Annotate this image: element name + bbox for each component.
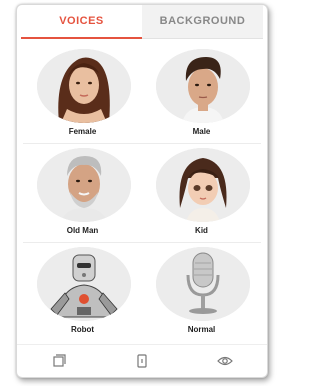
voice-label: Old Man bbox=[66, 226, 99, 235]
voice-option-normal[interactable]: Normal bbox=[142, 243, 261, 341]
voice-label: Robot bbox=[70, 325, 95, 334]
tab-background[interactable]: BACKGROUND bbox=[142, 5, 263, 39]
tab-bar: VOICES BACKGROUND bbox=[21, 5, 263, 39]
voice-row: Old Man Kid bbox=[23, 144, 261, 243]
app-screen: VOICES BACKGROUND Female Male Old Man Ki… bbox=[16, 4, 268, 378]
device-icon[interactable] bbox=[130, 349, 154, 373]
voice-option-old-man[interactable]: Old Man bbox=[23, 144, 142, 242]
eye-icon[interactable] bbox=[213, 349, 237, 373]
voice-label: Kid bbox=[195, 226, 208, 235]
female-avatar bbox=[37, 49, 131, 123]
voice-row: Robot Normal bbox=[23, 243, 261, 341]
tab-voices[interactable]: VOICES bbox=[21, 5, 142, 39]
voice-label: Normal bbox=[187, 325, 216, 334]
voice-option-kid[interactable]: Kid bbox=[142, 144, 261, 242]
voice-row: Female Male bbox=[23, 45, 261, 144]
voice-option-robot[interactable]: Robot bbox=[23, 243, 142, 341]
voice-label: Female bbox=[68, 127, 97, 136]
bottom-navigation bbox=[17, 344, 267, 377]
projects-icon[interactable] bbox=[47, 349, 71, 373]
voice-grid: Female Male Old Man Kid Robot Normal bbox=[23, 45, 261, 341]
voice-option-female[interactable]: Female bbox=[23, 45, 142, 143]
robot-avatar bbox=[37, 247, 131, 321]
voice-label: Male bbox=[192, 127, 211, 136]
voice-option-male[interactable]: Male bbox=[142, 45, 261, 143]
microphone-avatar bbox=[156, 247, 250, 321]
male-avatar bbox=[156, 49, 250, 123]
old-man-avatar bbox=[37, 148, 131, 222]
kid-avatar bbox=[156, 148, 250, 222]
